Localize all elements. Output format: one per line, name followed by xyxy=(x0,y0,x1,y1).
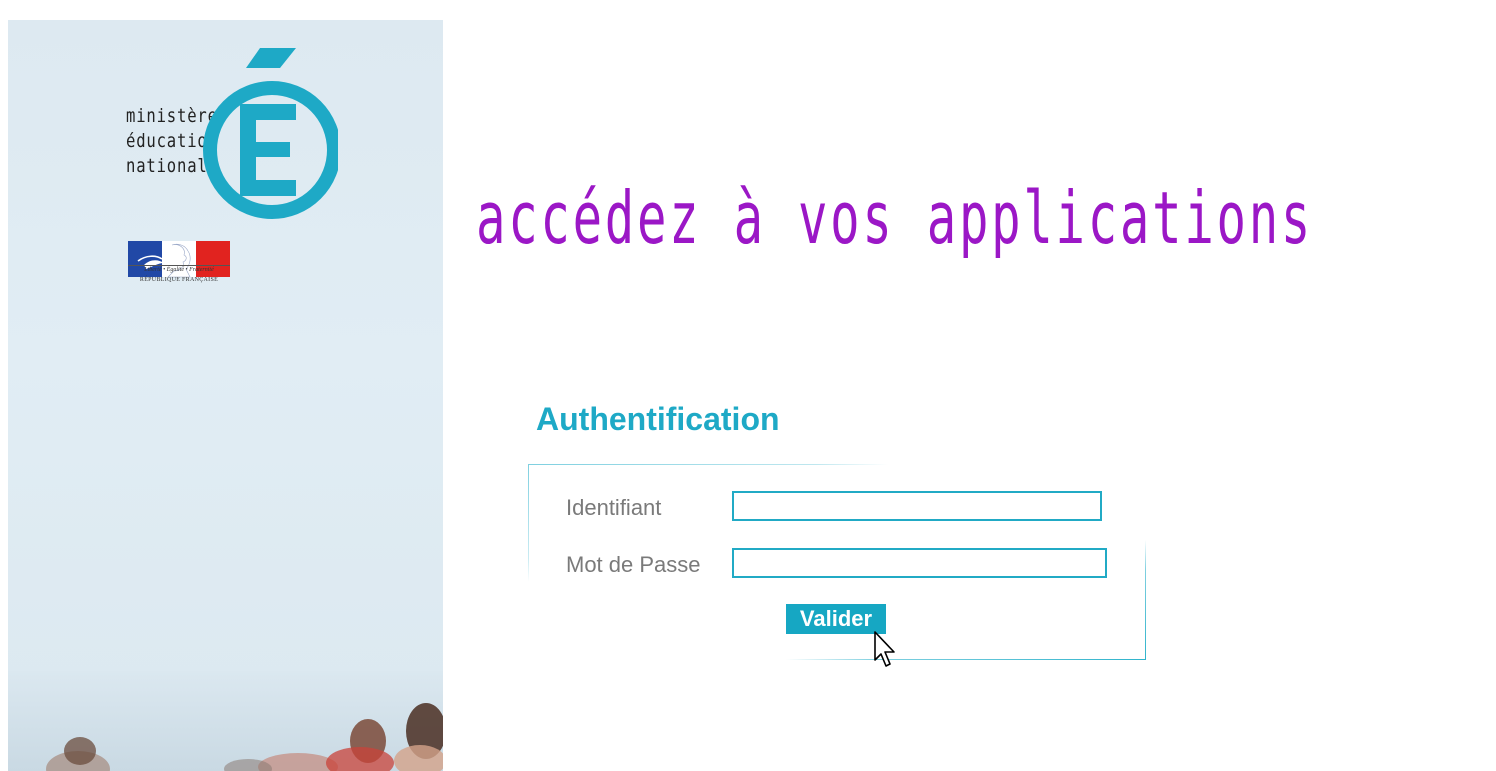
auth-frame-bottom xyxy=(786,659,1146,660)
auth-heading: Authentification xyxy=(536,401,780,437)
username-field[interactable] xyxy=(732,491,1102,521)
submit-button[interactable]: Valider xyxy=(786,604,886,634)
republic-name: RÉPUBLIQUE FRANÇAISE xyxy=(139,277,219,283)
password-label: Mot de Passe xyxy=(566,552,701,577)
students-photo xyxy=(8,671,443,771)
auth-frame-top xyxy=(528,464,888,465)
auth-frame-right xyxy=(1145,540,1146,660)
auth-frame-left xyxy=(528,464,529,582)
sidebar: ministère éducation nationale Liberté • … xyxy=(8,20,443,771)
men-e-logo-icon xyxy=(203,48,338,219)
republic-motto: Liberté • Égalité • Fraternité xyxy=(128,265,230,273)
page-title: accédez à vos applications xyxy=(476,176,1314,261)
password-field[interactable] xyxy=(732,548,1107,578)
mouse-cursor-icon xyxy=(874,631,895,667)
username-label: Identifiant xyxy=(566,495,662,520)
login-page: ministère éducation nationale Liberté • … xyxy=(0,0,1496,771)
